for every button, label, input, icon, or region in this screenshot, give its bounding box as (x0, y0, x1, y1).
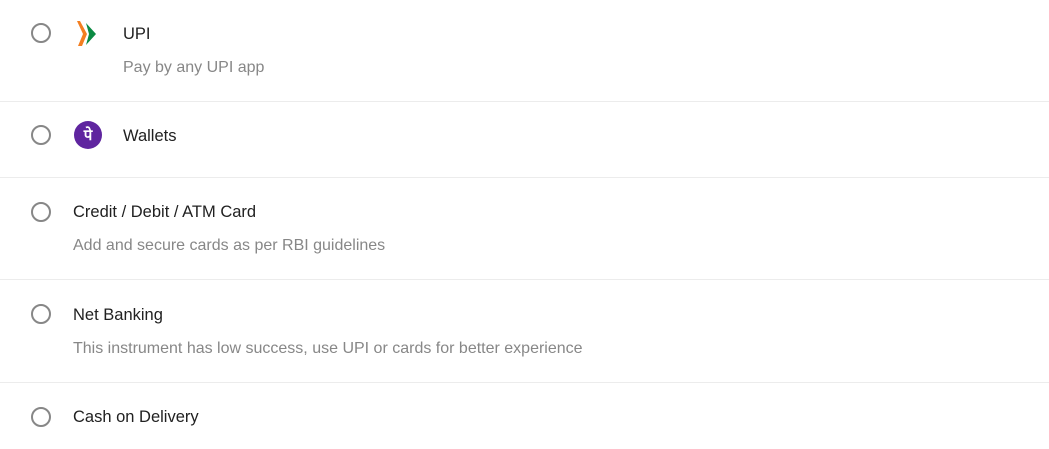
radio-button-netbanking[interactable] (31, 304, 51, 324)
option-subtitle-netbanking: This instrument has low success, use UPI… (73, 340, 583, 357)
option-title-wallets: Wallets (123, 127, 177, 145)
payment-option-upi[interactable]: UPI Pay by any UPI app (0, 0, 1049, 102)
option-title-netbanking: Net Banking (73, 306, 163, 324)
upi-logo-icon (74, 20, 102, 48)
payment-option-cod[interactable]: Cash on Delivery (0, 383, 1049, 449)
option-title-cod: Cash on Delivery (73, 408, 199, 426)
option-subtitle-upi: Pay by any UPI app (123, 59, 265, 76)
radio-button-card[interactable] (31, 202, 51, 222)
radio-button-wallets[interactable] (31, 125, 51, 145)
payment-options-list: UPI Pay by any UPI app पे Wallets Credit… (0, 0, 1049, 449)
option-subtitle-card: Add and secure cards as per RBI guidelin… (73, 237, 386, 254)
radio-button-upi[interactable] (31, 23, 51, 43)
payment-option-netbanking[interactable]: Net Banking This instrument has low succ… (0, 280, 1049, 383)
option-title-card: Credit / Debit / ATM Card (73, 203, 257, 221)
radio-button-cod[interactable] (31, 407, 51, 427)
payment-option-card[interactable]: Credit / Debit / ATM Card Add and secure… (0, 178, 1049, 280)
option-title-upi: UPI (123, 25, 151, 43)
phonepe-logo-icon: पे (74, 121, 102, 149)
phonepe-glyph: पे (83, 126, 94, 144)
payment-option-wallets[interactable]: पे Wallets (0, 102, 1049, 178)
